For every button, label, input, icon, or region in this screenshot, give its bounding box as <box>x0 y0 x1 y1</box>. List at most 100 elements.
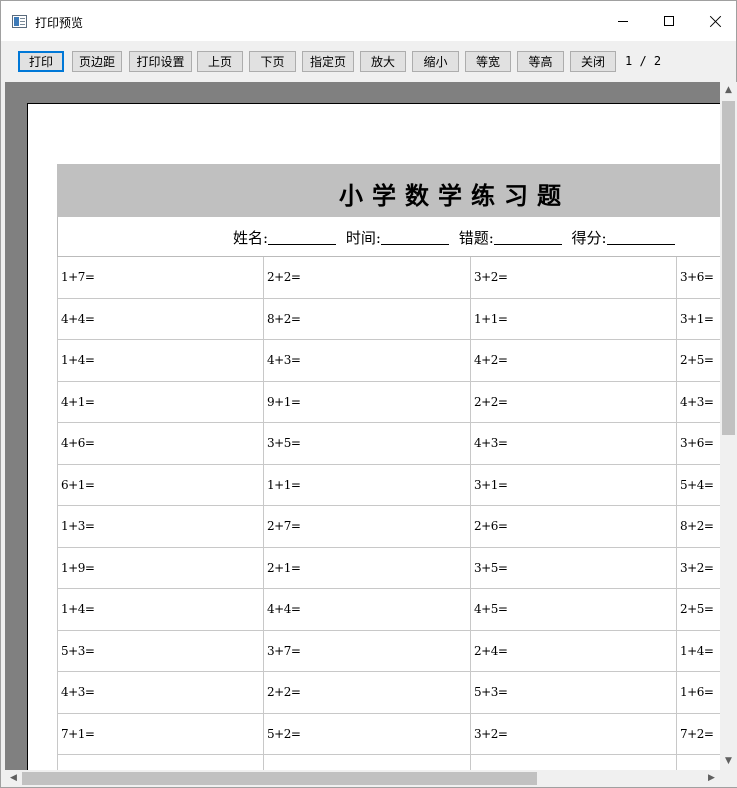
table-row: 1+4= 4+3= 4+2= 2+5= <box>57 340 720 382</box>
exercise-cell: 8+2= <box>676 506 720 548</box>
table-row: 4+1= 9+1= 2+2= 4+3= <box>57 381 720 423</box>
exercise-cell: 1+1= <box>470 298 676 340</box>
exercise-cell: 3+7= <box>263 630 470 672</box>
exercise-cell: 5+4= <box>676 464 720 506</box>
exercise-cell: 1+1= <box>263 464 470 506</box>
print-settings-button[interactable]: 打印设置 <box>129 51 192 72</box>
exercise-cell: 1+6= <box>676 672 720 714</box>
exercise-cell: 2+2= <box>470 381 676 423</box>
exercise-cell: 2+4= <box>470 630 676 672</box>
scroll-up-icon[interactable]: ▲ <box>720 82 737 99</box>
exercise-cell: 1+3= <box>57 506 263 548</box>
vertical-scrollbar[interactable]: ▲ ▼ <box>720 82 737 770</box>
exercise-cell <box>263 755 470 770</box>
exercise-cell: 5+3= <box>470 672 676 714</box>
exercise-cell: 2+7= <box>263 506 470 548</box>
fit-height-button[interactable]: 等高 <box>517 51 564 72</box>
exercise-cell: 3+6= <box>676 423 720 465</box>
print-preview-window: 打印预览 打印 页边距 打印设置 上页 下页 指定页 放大 缩小 等宽 等高 关… <box>0 0 737 788</box>
exercise-cell: 4+6= <box>57 423 263 465</box>
sheet-title: 小学数学练习题 <box>339 181 570 210</box>
close-preview-button[interactable]: 关闭 <box>570 51 616 72</box>
next-page-button[interactable]: 下页 <box>249 51 296 72</box>
exercise-cell <box>470 755 676 770</box>
preview-canvas[interactable]: 小学数学练习题 姓名: 时间: 错题: 得分: 1+7= 2+2= 3+2= 3+6=… <box>5 82 720 770</box>
exercise-cell: 2+6= <box>470 506 676 548</box>
exercise-cell: 3+1= <box>676 298 720 340</box>
scroll-left-icon[interactable]: ◀ <box>5 770 22 787</box>
scroll-down-icon[interactable]: ▼ <box>720 753 737 770</box>
table-row: 7+1= 5+2= 3+2= 7+2= <box>57 713 720 755</box>
exercise-cell: 7+2= <box>676 713 720 755</box>
exercise-cell: 2+1= <box>263 547 470 589</box>
zoom-in-button[interactable]: 放大 <box>360 51 406 72</box>
exercise-cell: 4+3= <box>263 340 470 382</box>
horizontal-scroll-thumb[interactable] <box>22 772 537 785</box>
exercise-cell: 2+2= <box>263 257 470 299</box>
maximize-icon <box>664 16 674 26</box>
goto-page-button[interactable]: 指定页 <box>302 51 354 72</box>
exercise-cell: 8+2= <box>263 298 470 340</box>
exercise-cell: 4+3= <box>57 672 263 714</box>
minimize-icon <box>618 20 628 22</box>
previous-page-button[interactable]: 上页 <box>197 51 243 72</box>
sheet-title-bar: 小学数学练习题 <box>57 164 720 217</box>
exercise-cell: 4+4= <box>263 589 470 631</box>
errors-label: 错题: <box>458 229 494 247</box>
exercise-grid: 1+7= 2+2= 3+2= 3+6= 4+4= 8+2= 1+1= 3+1= 1+4= 4+3=… <box>57 257 720 770</box>
exercise-cell: 4+1= <box>57 381 263 423</box>
exercise-cell: 2+5= <box>676 589 720 631</box>
exercise-cell: 3+5= <box>263 423 470 465</box>
exercise-cell: 2+5= <box>676 340 720 382</box>
time-label: 时间: <box>345 229 381 247</box>
table-row: 1+7= 2+2= 3+2= 3+6= <box>57 257 720 299</box>
exercise-cell: 3+6= <box>676 257 720 299</box>
exercise-cell: 3+2= <box>470 257 676 299</box>
window-title: 打印预览 <box>35 16 84 30</box>
zoom-out-button[interactable]: 缩小 <box>412 51 459 72</box>
table-row: 4+6= 3+5= 4+3= 3+6= <box>57 423 720 465</box>
score-blank <box>606 231 675 245</box>
page-indicator: 1 / 2 <box>625 54 662 68</box>
margins-button[interactable]: 页边距 <box>72 51 122 72</box>
fit-width-button[interactable]: 等宽 <box>465 51 511 72</box>
exercise-cell: 3+2= <box>470 713 676 755</box>
exercise-cell: 4+5= <box>470 589 676 631</box>
maximize-button[interactable] <box>646 1 692 41</box>
print-button[interactable]: 打印 <box>18 51 64 72</box>
exercise-cell: 4+4= <box>57 298 263 340</box>
student-info-row: 姓名: 时间: 错题: 得分: <box>57 217 720 257</box>
table-row: 1+9= 2+1= 3+5= 3+2= <box>57 547 720 589</box>
exercise-cell: 5+3= <box>57 630 263 672</box>
close-window-button[interactable] <box>692 1 737 41</box>
paper-page: 小学数学练习题 姓名: 时间: 错题: 得分: 1+7= 2+2= 3+2= 3+6=… <box>27 103 720 770</box>
minimize-button[interactable] <box>600 1 646 41</box>
exercise-cell: 5+2= <box>263 713 470 755</box>
exercise-cell: 1+4= <box>57 340 263 382</box>
exercise-cell: 3+1= <box>470 464 676 506</box>
exercise-cell: 9+1= <box>263 381 470 423</box>
table-row: 4+4= 8+2= 1+1= 3+1= <box>57 298 720 340</box>
exercise-cell <box>57 755 263 770</box>
toolbar: 打印 页边距 打印设置 上页 下页 指定页 放大 缩小 等宽 等高 关闭 1 /… <box>1 41 736 81</box>
table-row: 6+1= 1+1= 3+1= 5+4= <box>57 464 720 506</box>
exercise-cell: 7+1= <box>57 713 263 755</box>
table-row: 1+4= 4+4= 4+5= 2+5= <box>57 589 720 631</box>
exercise-cell: 4+3= <box>676 381 720 423</box>
name-label: 姓名: <box>233 229 269 247</box>
vertical-scroll-thumb[interactable] <box>722 101 735 435</box>
table-row: 4+3= 2+2= 5+3= 1+6= <box>57 672 720 714</box>
app-icon <box>12 15 27 28</box>
exercise-cell: 2+2= <box>263 672 470 714</box>
table-row: 5+3= 3+7= 2+4= 1+4= <box>57 630 720 672</box>
score-label: 得分: <box>571 229 607 247</box>
name-blank <box>268 231 337 245</box>
errors-blank <box>493 231 562 245</box>
exercise-cell: 1+7= <box>57 257 263 299</box>
horizontal-scrollbar[interactable]: ◀ ▶ <box>5 770 720 787</box>
scroll-right-icon[interactable]: ▶ <box>703 770 720 787</box>
exercise-cell: 1+9= <box>57 547 263 589</box>
exercise-cell: 1+4= <box>676 630 720 672</box>
exercise-cell: 6+1= <box>57 464 263 506</box>
close-icon <box>709 15 722 28</box>
